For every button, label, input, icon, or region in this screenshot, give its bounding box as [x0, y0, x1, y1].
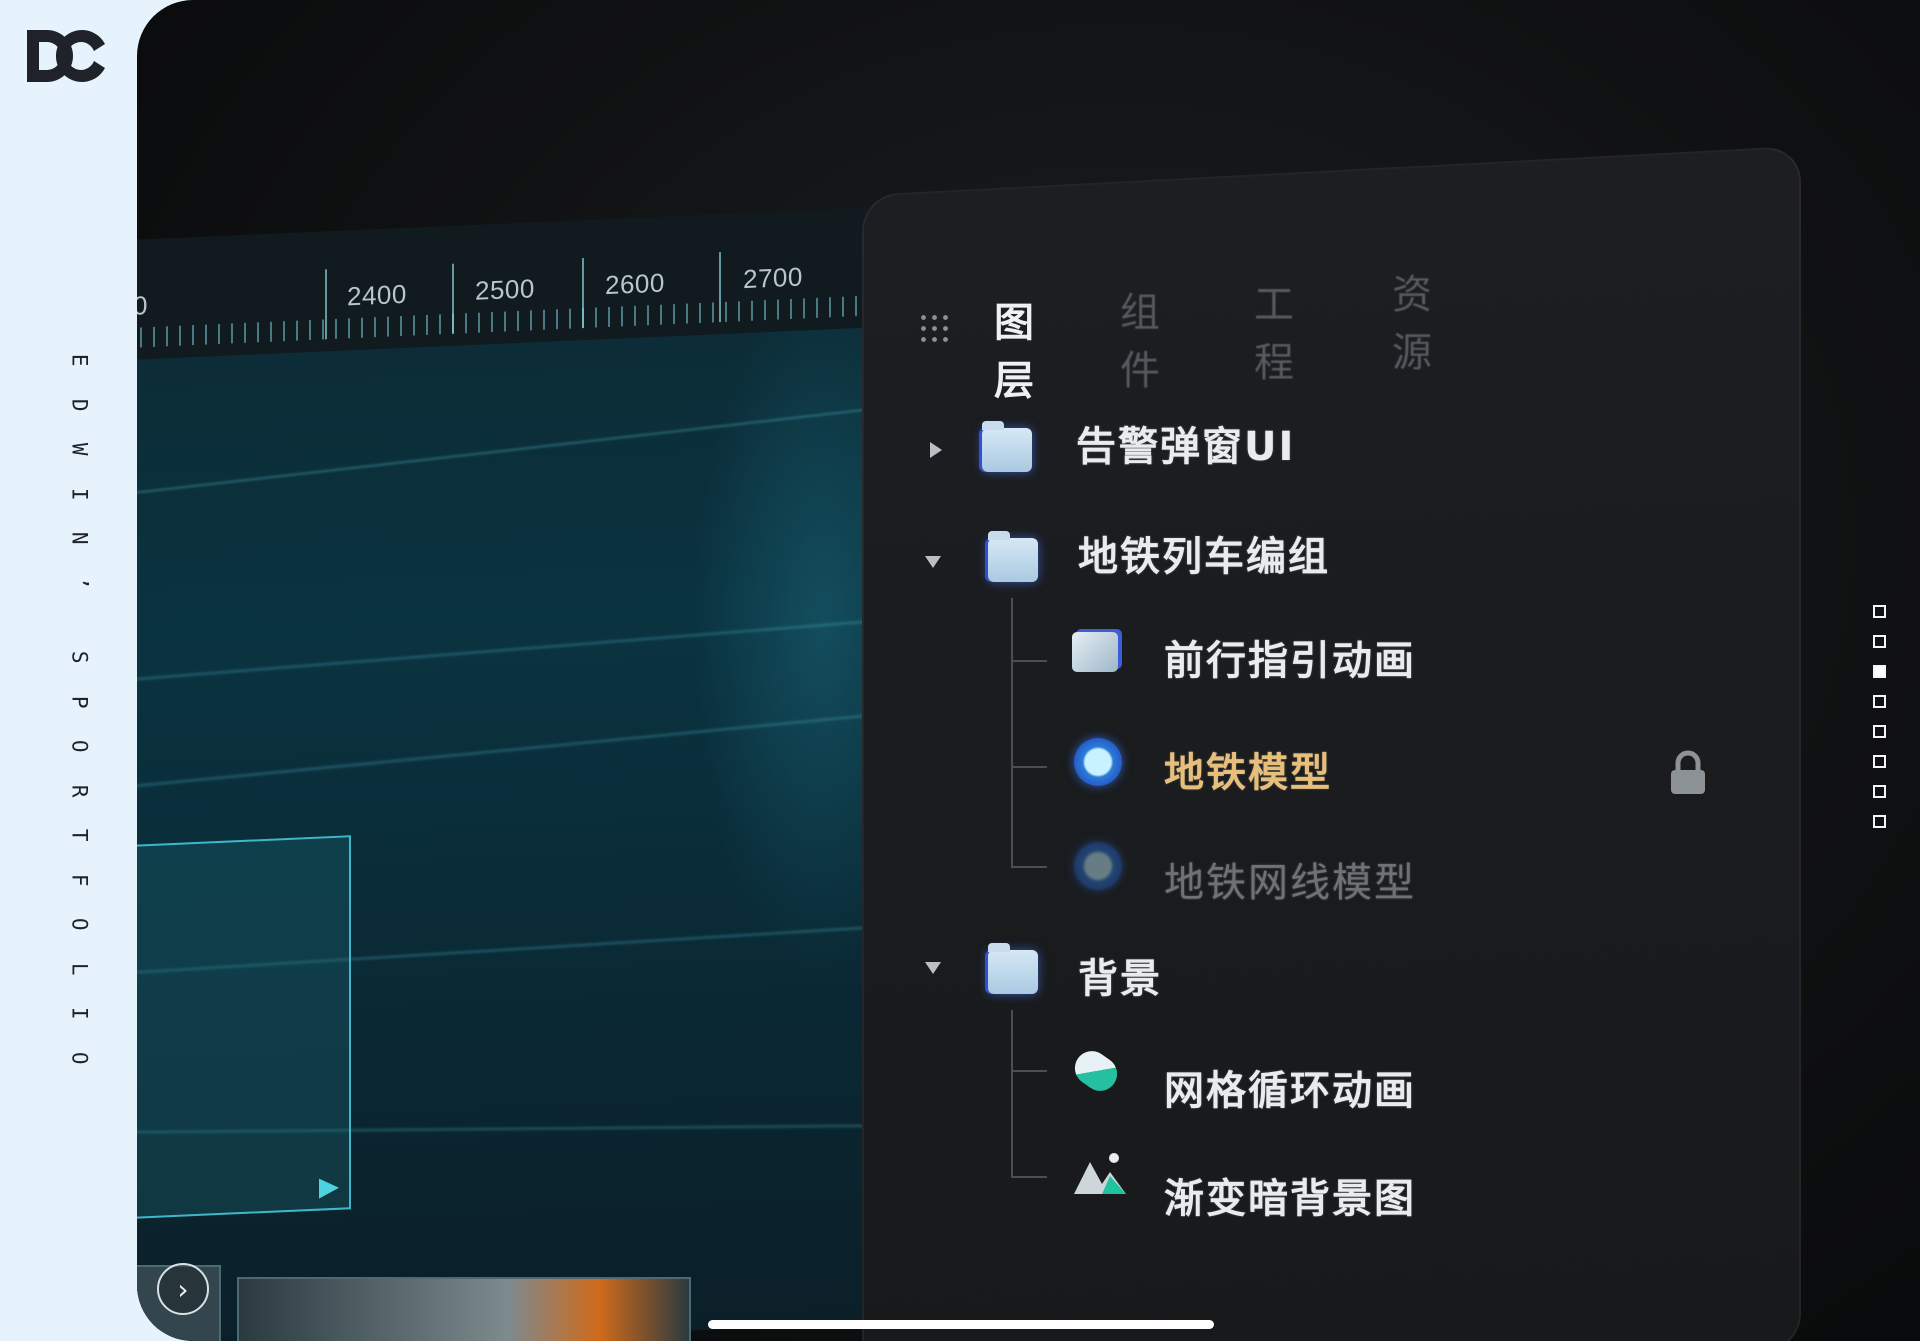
scene-canvas[interactable]	[137, 210, 912, 1341]
play-triangle-icon	[319, 1177, 339, 1199]
selected-frame-card[interactable]	[137, 835, 351, 1220]
home-indicator-bar[interactable]	[708, 1320, 1214, 1329]
ruler-label: 0	[137, 290, 148, 321]
vertical-portfolio-title: E D W I N ’ S P O R T F O L I O	[52, 338, 91, 1080]
tab-components[interactable]: 组件	[1120, 280, 1162, 396]
pager-dot-active[interactable]	[1873, 665, 1886, 678]
cube-icon	[1072, 632, 1118, 672]
pager-dot[interactable]	[1873, 635, 1886, 648]
title-letter: I	[67, 1006, 92, 1020]
title-letter: ’	[67, 576, 92, 590]
tree-connector	[1011, 598, 1047, 662]
ruler-major-tick	[582, 258, 584, 329]
section-pager	[1873, 605, 1889, 845]
pager-dot[interactable]	[1873, 785, 1886, 798]
ruler-label: 2600	[605, 267, 665, 301]
tab-project[interactable]: 工程	[1254, 272, 1296, 388]
pager-dot[interactable]	[1873, 815, 1886, 828]
layer-label: 渐变暗背景图	[1164, 1176, 1416, 1222]
title-letter: W	[67, 442, 92, 456]
pager-dot[interactable]	[1873, 755, 1886, 768]
tree-connector	[1011, 1010, 1047, 1072]
ruler-major-tick	[719, 252, 721, 323]
title-letter: O	[67, 739, 92, 753]
title-letter: L	[67, 962, 92, 976]
expand-caret-icon[interactable]	[930, 442, 942, 458]
layer-label: 地铁模型	[1164, 750, 1332, 796]
layer-label: 背景	[1078, 956, 1162, 1002]
tab-assets[interactable]: 资源	[1392, 262, 1434, 378]
next-button[interactable]: ›	[157, 1263, 209, 1315]
layer-label: 地铁列车编组	[1078, 534, 1330, 580]
title-letter: F	[67, 873, 92, 887]
folder-icon	[982, 421, 1032, 472]
title-letter: T	[67, 828, 92, 842]
dc-logo-icon[interactable]	[27, 30, 107, 82]
title-letter: S	[67, 650, 92, 664]
title-letter: D	[67, 398, 92, 412]
ruler-major-tick	[325, 269, 327, 340]
grid-dots-icon[interactable]	[918, 312, 950, 344]
tree-connector	[1011, 1070, 1047, 1178]
title-letter: O	[67, 1051, 92, 1065]
layer-label: 地铁网线模型	[1164, 860, 1416, 906]
sphere-icon	[1074, 738, 1122, 786]
thumbnail[interactable]	[237, 1277, 691, 1341]
layer-label: 网格循环动画	[1164, 1068, 1416, 1114]
ruler-major-tick	[452, 263, 454, 334]
portfolio-rail: E D W I N ’ S P O R T F O L I O	[0, 0, 137, 1341]
ruler-label: 2500	[475, 273, 535, 306]
image-icon	[1074, 1153, 1126, 1194]
layer-label: 前行指引动画	[1164, 638, 1416, 684]
pager-dot[interactable]	[1873, 605, 1886, 618]
tree-connector	[1011, 766, 1047, 868]
title-letter: R	[67, 784, 92, 798]
chevron-right-icon: ›	[177, 1272, 189, 1306]
lock-icon[interactable]	[1668, 750, 1708, 796]
collapse-caret-icon[interactable]	[925, 962, 941, 974]
folder-icon	[988, 943, 1038, 994]
title-letter: P	[67, 695, 92, 709]
pager-dot[interactable]	[1873, 725, 1886, 738]
pager-dot[interactable]	[1873, 695, 1886, 708]
title-letter: N	[67, 531, 92, 545]
title-letter: E	[67, 353, 92, 367]
title-letter: I	[67, 487, 92, 501]
layer-label: 告警弹窗UI	[1076, 424, 1296, 470]
ruler-label: 2700	[743, 261, 803, 295]
title-letter: O	[67, 917, 92, 931]
folder-icon	[988, 531, 1038, 582]
ruler-label: 2400	[347, 278, 407, 312]
tree-connector	[1011, 660, 1047, 768]
tab-layers[interactable]: 图层	[994, 290, 1036, 406]
collapse-caret-icon[interactable]	[925, 556, 941, 568]
sphere-icon	[1074, 842, 1122, 890]
